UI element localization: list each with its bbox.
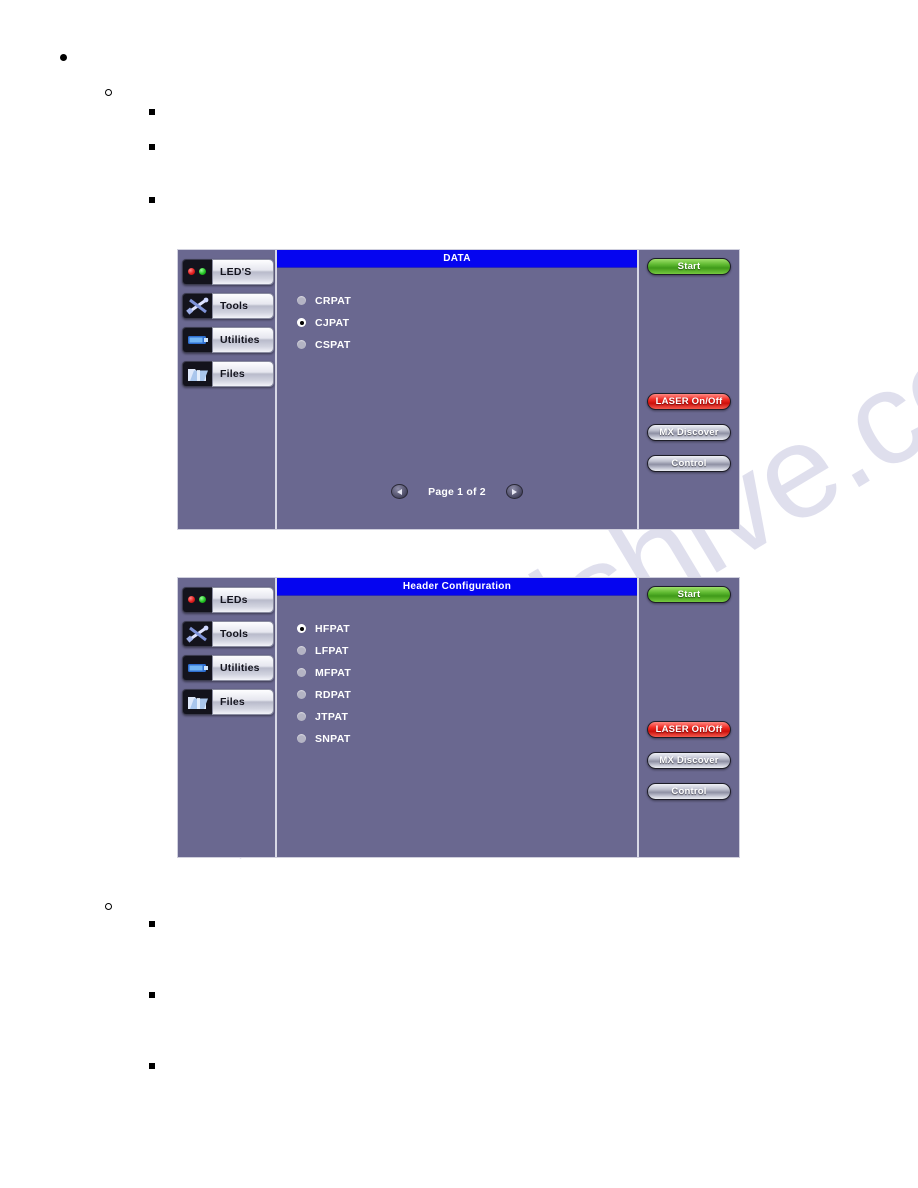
tools-icon-slot (182, 293, 212, 319)
radio-option-mfpat[interactable]: MFPAT (297, 662, 637, 683)
radio-option-crpat[interactable]: CRPAT (297, 290, 637, 311)
utilities-icon-slot (182, 327, 212, 353)
panel-sidebar: LEDs Tools Utilities Files (178, 578, 277, 857)
radio-option-label: SNPAT (315, 732, 351, 745)
sidebar-item-label: Files (212, 361, 274, 387)
sidebar-item-label: Tools (212, 621, 274, 647)
data-panel: LED'S Tools Utilities Files DATA CRPAT CJPAT CS… (177, 249, 740, 530)
mx-discover-button[interactable]: MX Discover (647, 752, 731, 769)
sidebar-item-files[interactable]: Files (182, 361, 274, 387)
radio-option-hfpat[interactable]: HFPAT (297, 618, 637, 639)
sidebar-item-files[interactable]: Files (182, 689, 274, 715)
sidebar-item-label: Utilities (212, 655, 274, 681)
radio-option-cspat[interactable]: CSPAT (297, 334, 637, 355)
sidebar-item-label: Files (212, 689, 274, 715)
panel-title: Header Configuration (277, 578, 637, 596)
radio-option-rdpat[interactable]: RDPAT (297, 684, 637, 705)
radio-option-cjpat[interactable]: CJPAT (297, 312, 637, 333)
radio-option-label: CSPAT (315, 338, 351, 351)
bullet-level2-b (105, 903, 112, 910)
bullet-level3-a (149, 109, 155, 115)
header-configuration-panel: LEDs Tools Utilities Files Header Configurat… (177, 577, 740, 858)
pattern-radio-group: HFPAT LFPAT MFPAT RDPAT JTPAT SNPAT (277, 596, 637, 857)
radio-unselected-icon[interactable] (297, 646, 306, 655)
mx-discover-button[interactable]: MX Discover (647, 424, 731, 441)
start-button[interactable]: Start (647, 586, 731, 603)
panel-sidebar: LED'S Tools Utilities Files (178, 250, 277, 529)
radio-unselected-icon[interactable] (297, 668, 306, 677)
bullet-level3-e (149, 992, 155, 998)
panel-action-rail: Start LASER On/Off MX Discover Control (639, 250, 739, 529)
files-icon (183, 690, 212, 714)
sidebar-item-label: Tools (212, 293, 274, 319)
sidebar-item-utilities[interactable]: Utilities (182, 327, 274, 353)
radio-option-label: RDPAT (315, 688, 352, 701)
radio-option-snpat[interactable]: SNPAT (297, 728, 637, 749)
tools-icon (183, 294, 212, 318)
radio-unselected-icon[interactable] (297, 712, 306, 721)
bullet-level2-a (105, 89, 112, 96)
files-icon (183, 362, 212, 386)
radio-option-jtpat[interactable]: JTPAT (297, 706, 637, 727)
tools-icon-slot (182, 621, 212, 647)
pagination: Page 1 of 2 (277, 484, 637, 499)
panel-content: DATA CRPAT CJPAT CSPAT Page 1 of 2 (277, 250, 639, 529)
radio-option-label: MFPAT (315, 666, 352, 679)
radio-option-label: CJPAT (315, 316, 350, 329)
sidebar-item-tools[interactable]: Tools (182, 293, 274, 319)
radio-unselected-icon[interactable] (297, 690, 306, 699)
leds-icon-slot (182, 259, 212, 285)
radio-unselected-icon[interactable] (297, 734, 306, 743)
sidebar-item-utilities[interactable]: Utilities (182, 655, 274, 681)
tools-icon (183, 622, 212, 646)
radio-option-label: CRPAT (315, 294, 352, 307)
sidebar-item-leds[interactable]: LEDs (182, 587, 274, 613)
control-button[interactable]: Control (647, 783, 731, 800)
laser-on-off-button[interactable]: LASER On/Off (647, 393, 731, 410)
sidebar-item-led-s[interactable]: LED'S (182, 259, 274, 285)
sidebar-item-tools[interactable]: Tools (182, 621, 274, 647)
bullet-level3-b (149, 144, 155, 150)
files-icon-slot (182, 361, 212, 387)
radio-option-label: JTPAT (315, 710, 349, 723)
laser-on-off-button[interactable]: LASER On/Off (647, 721, 731, 738)
leds-icon-slot (182, 587, 212, 613)
arrow-right-icon[interactable] (505, 484, 523, 499)
utilities-icon-slot (182, 655, 212, 681)
page-indicator: Page 1 of 2 (428, 485, 486, 498)
sidebar-item-label: Utilities (212, 327, 274, 353)
panel-content: Header Configuration HFPAT LFPAT MFPAT RDPAT… (277, 578, 639, 857)
start-button[interactable]: Start (647, 258, 731, 275)
utilities-icon (183, 328, 212, 352)
control-button[interactable]: Control (647, 455, 731, 472)
radio-option-label: LFPAT (315, 644, 349, 657)
bullet-level1-a (60, 54, 67, 61)
bullet-level3-f (149, 1063, 155, 1069)
panel-title: DATA (277, 250, 637, 268)
sidebar-item-label: LED'S (212, 259, 274, 285)
bullet-level3-d (149, 921, 155, 927)
radio-option-lfpat[interactable]: LFPAT (297, 640, 637, 661)
sidebar-item-label: LEDs (212, 587, 274, 613)
radio-unselected-icon[interactable] (297, 296, 306, 305)
radio-unselected-icon[interactable] (297, 340, 306, 349)
bullet-level3-c (149, 197, 155, 203)
panel-action-rail: Start LASER On/Off MX Discover Control (639, 578, 739, 857)
utilities-icon (183, 656, 212, 680)
radio-selected-icon[interactable] (297, 624, 306, 633)
files-icon-slot (182, 689, 212, 715)
arrow-left-icon[interactable] (391, 484, 409, 499)
radio-option-label: HFPAT (315, 622, 350, 635)
radio-selected-icon[interactable] (297, 318, 306, 327)
